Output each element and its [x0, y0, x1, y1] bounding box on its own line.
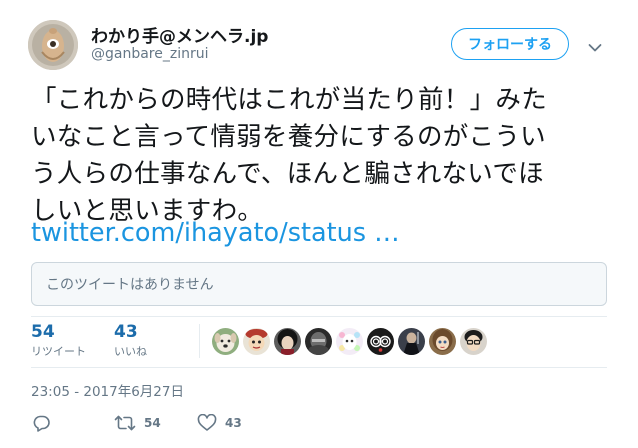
like-label: いいね	[114, 345, 147, 358]
liker-avatar[interactable]	[212, 328, 239, 355]
liker-avatar[interactable]	[460, 328, 487, 355]
retweet-icon	[114, 415, 136, 431]
user-handle[interactable]: @ganbare_zinrui	[91, 46, 209, 62]
retweet-button[interactable]: 54	[114, 413, 161, 433]
reply-button[interactable]	[32, 413, 51, 433]
like-stats[interactable]: 43 いいね	[114, 322, 147, 360]
chevron-down-icon[interactable]	[588, 38, 602, 52]
retweet-action-count: 54	[144, 416, 161, 430]
liker-avatar[interactable]	[274, 328, 301, 355]
tweet-text-line: いなこと言って情弱を養分にするのがこうい	[31, 122, 546, 152]
tweet-text: 「これからの時代はこれが当たり前！」みた いなこと言って情弱を養分にするのがこう…	[31, 82, 615, 230]
display-name[interactable]: わかり手@メンヘラ.jp	[91, 22, 268, 47]
retweet-count: 54	[31, 322, 55, 342]
retweet-stats[interactable]: 54 リツイート	[31, 322, 86, 360]
liker-avatar[interactable]	[398, 328, 425, 355]
avatar-image	[28, 20, 78, 70]
liker-avatar[interactable]	[367, 328, 394, 355]
reply-icon	[33, 415, 50, 432]
tweet-timestamp[interactable]: 23:05 - 2017年6月27日	[31, 380, 184, 400]
liker-avatar[interactable]	[429, 328, 456, 355]
tweet-text-line: 「これからの時代はこれが当たり前！」みた	[31, 85, 548, 115]
retweet-label: リツイート	[31, 345, 86, 358]
tweet-text-line: う人らの仕事なんで、ほんと騙されないでほ	[31, 159, 544, 189]
divider	[31, 316, 607, 317]
quoted-tweet-unavailable: このツイートはありません	[31, 262, 607, 306]
like-action-count: 43	[225, 416, 242, 430]
divider	[31, 367, 607, 368]
like-button[interactable]: 43	[197, 413, 242, 433]
follow-button[interactable]: フォローする	[451, 28, 569, 60]
liker-avatar[interactable]	[305, 328, 332, 355]
liker-avatar[interactable]	[336, 328, 363, 355]
avatar[interactable]	[28, 20, 78, 70]
stats-separator	[199, 324, 200, 358]
liker-avatar[interactable]	[243, 328, 270, 355]
like-count: 43	[114, 322, 138, 342]
tweet-link[interactable]: twitter.com/ihayato/status …	[31, 215, 400, 252]
heart-icon	[197, 414, 217, 431]
quoted-tweet-notice: このツイートはありません	[46, 277, 214, 293]
